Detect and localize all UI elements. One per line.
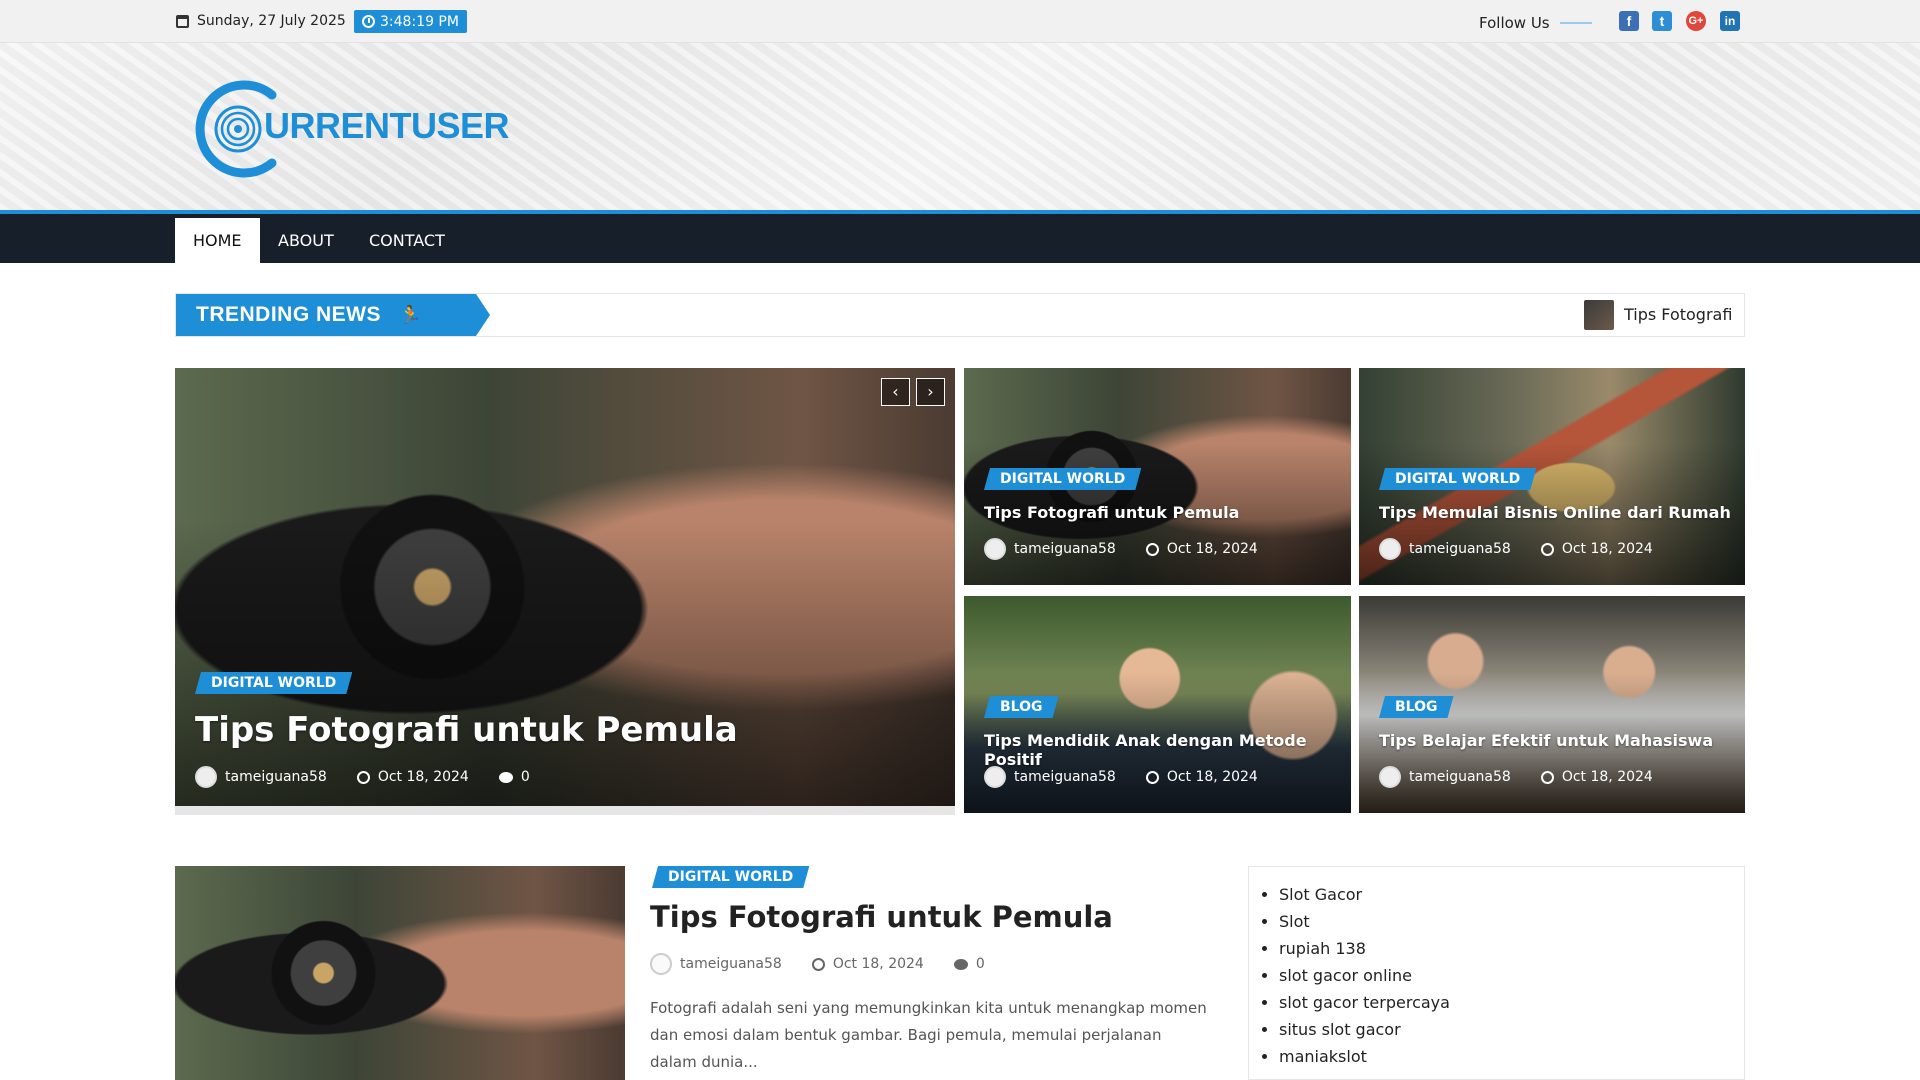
card-title[interactable]: Tips Mendidik Anak dengan Metode Positif <box>984 731 1351 769</box>
avatar <box>650 953 672 975</box>
article-thumbnail[interactable] <box>175 866 625 1080</box>
avatar <box>984 538 1006 560</box>
slider-next-button[interactable]: › <box>916 378 945 406</box>
avatar <box>1379 766 1401 788</box>
category-badge[interactable]: DIGITAL WORLD <box>195 672 352 694</box>
avatar <box>984 766 1006 788</box>
article-title[interactable]: Tips Fotografi untuk Pemula <box>650 900 1113 934</box>
site-header: URRENTUSER <box>0 43 1920 210</box>
time-text: 3:48:19 PM <box>380 13 459 30</box>
sidebar-link[interactable]: slot gacor online <box>1279 962 1744 989</box>
clock-icon <box>1540 770 1554 784</box>
grid-card[interactable]: DIGITAL WORLD Tips Memulai Bisnis Online… <box>1359 368 1745 585</box>
card-title[interactable]: Tips Memulai Bisnis Online dari Rumah <box>1379 503 1731 522</box>
date-text: Sunday, 27 July 2025 <box>197 13 346 29</box>
clock-icon <box>362 15 375 28</box>
post-date: Oct 18, 2024 <box>377 769 469 785</box>
card-title[interactable]: Tips Fotografi untuk Pemula <box>984 503 1239 522</box>
author-name[interactable]: tameiguana58 <box>225 769 327 785</box>
nav-item-about[interactable]: ABOUT <box>260 218 352 263</box>
slider-progress-bar <box>175 806 955 815</box>
author-name[interactable]: tameiguana58 <box>1014 541 1116 557</box>
grid-card[interactable]: BLOG Tips Belajar Efektif untuk Mahasisw… <box>1359 596 1745 813</box>
follow-us-label: Follow Us <box>1479 14 1550 32</box>
nav-item-contact[interactable]: CONTACT <box>351 218 463 263</box>
clock-icon <box>1540 542 1554 556</box>
sidebar-link[interactable]: maniakslot <box>1279 1043 1744 1070</box>
slider-prev-button[interactable]: ‹ <box>881 378 910 406</box>
google-plus-icon[interactable]: G+ <box>1686 11 1706 31</box>
clock-icon <box>811 957 825 971</box>
main-slider[interactable]: DIGITAL WORLD Tips Fotografi untuk Pemul… <box>175 368 955 806</box>
card-meta: tameiguana58 Oct 18, 2024 <box>1379 538 1653 560</box>
time-badge: 3:48:19 PM <box>354 10 467 33</box>
author-name[interactable]: tameiguana58 <box>1409 541 1511 557</box>
article-meta: tameiguana58 Oct 18, 2024 0 <box>650 953 985 975</box>
trending-label: TRENDING NEWS 🏃 <box>176 294 490 336</box>
sidebar-widget: Slot Gacor Slot rupiah 138 slot gacor on… <box>1248 866 1745 1080</box>
card-title[interactable]: Tips Belajar Efektif untuk Mahasiswa <box>1379 731 1713 750</box>
grid-card[interactable]: BLOG Tips Mendidik Anak dengan Metode Po… <box>964 596 1351 813</box>
sidebar-link[interactable]: Slot Gacor <box>1279 881 1744 908</box>
comment-icon <box>953 958 968 970</box>
twitter-icon[interactable]: t <box>1652 11 1672 31</box>
post-date: Oct 18, 2024 <box>1561 769 1653 785</box>
avatar <box>195 766 217 788</box>
category-badge[interactable]: DIGITAL WORLD <box>652 866 809 888</box>
top-bar: Sunday, 27 July 2025 3:48:19 PM Follow U… <box>0 0 1920 43</box>
trending-ticker: TRENDING NEWS 🏃 Tips Fotografi <box>175 293 1745 337</box>
nav-item-home[interactable]: HOME <box>175 218 260 263</box>
category-badge[interactable]: BLOG <box>984 696 1059 718</box>
sidebar-link[interactable]: slot gacor terpercaya <box>1279 989 1744 1016</box>
sidebar-link[interactable]: situs slot gacor <box>1279 1016 1744 1043</box>
comment-icon <box>498 771 513 783</box>
running-icon: 🏃 <box>399 304 422 325</box>
site-logo-text[interactable]: URRENTUSER <box>264 105 510 147</box>
slider-title[interactable]: Tips Fotografi untuk Pemula <box>195 710 738 750</box>
post-date: Oct 18, 2024 <box>1166 541 1258 557</box>
card-meta: tameiguana58 Oct 18, 2024 <box>1379 766 1653 788</box>
author-name[interactable]: tameiguana58 <box>1409 769 1511 785</box>
calendar-icon <box>176 14 189 28</box>
clock-icon <box>1145 770 1159 784</box>
post-date: Oct 18, 2024 <box>832 956 924 972</box>
facebook-icon[interactable]: f <box>1619 11 1639 31</box>
sidebar-link-list: Slot Gacor Slot rupiah 138 slot gacor on… <box>1279 881 1744 1070</box>
author-name[interactable]: tameiguana58 <box>680 956 782 972</box>
comment-count[interactable]: 0 <box>521 769 530 785</box>
main-nav: HOME ABOUT CONTACT <box>0 210 1920 263</box>
sidebar-link[interactable]: Slot <box>1279 908 1744 935</box>
post-date: Oct 18, 2024 <box>1166 769 1258 785</box>
clock-icon <box>1145 542 1159 556</box>
category-badge[interactable]: DIGITAL WORLD <box>1379 468 1536 490</box>
sidebar-link[interactable]: rupiah 138 <box>1279 935 1744 962</box>
card-meta: tameiguana58 Oct 18, 2024 <box>984 766 1258 788</box>
author-name[interactable]: tameiguana58 <box>1014 769 1116 785</box>
category-badge[interactable]: BLOG <box>1379 696 1454 718</box>
grid-card[interactable]: DIGITAL WORLD Tips Fotografi untuk Pemul… <box>964 368 1351 585</box>
trending-item-title[interactable]: Tips Fotografi <box>1624 305 1732 324</box>
follow-divider <box>1560 22 1592 24</box>
card-meta: tameiguana58 Oct 18, 2024 <box>984 538 1258 560</box>
trending-thumbnail[interactable] <box>1584 300 1614 330</box>
clock-icon <box>356 770 370 784</box>
date-display: Sunday, 27 July 2025 <box>176 13 346 29</box>
article-excerpt: Fotografi adalah seni yang memungkinkan … <box>650 999 1207 1071</box>
slider-meta: tameiguana58 Oct 18, 2024 0 <box>195 766 530 788</box>
category-badge[interactable]: DIGITAL WORLD <box>984 468 1141 490</box>
trending-label-text: TRENDING NEWS <box>196 303 381 326</box>
post-date: Oct 18, 2024 <box>1561 541 1653 557</box>
linkedin-icon[interactable]: in <box>1720 11 1740 31</box>
avatar <box>1379 538 1401 560</box>
comment-count[interactable]: 0 <box>976 956 985 972</box>
